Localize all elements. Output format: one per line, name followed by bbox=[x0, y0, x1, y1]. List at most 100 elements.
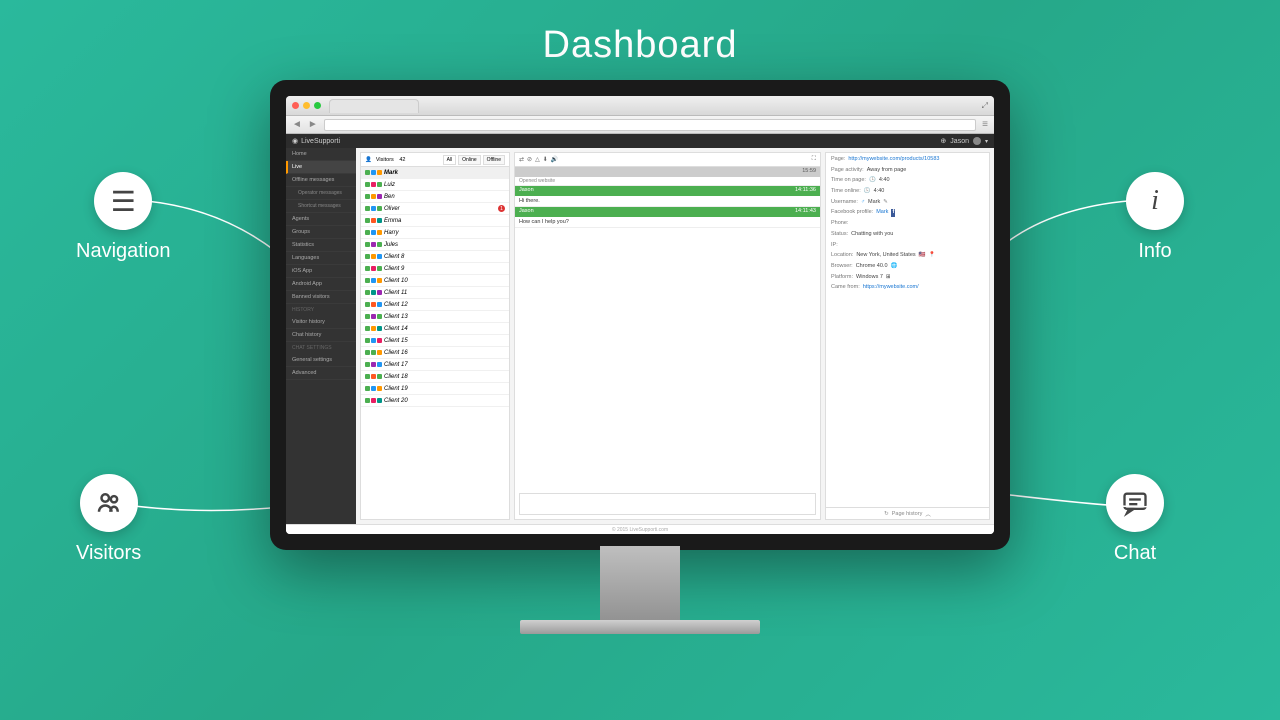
chat-status-bar: 15:59 bbox=[515, 167, 820, 177]
callout-info-label: Info bbox=[1126, 240, 1184, 263]
info-phone-label: Phone: bbox=[831, 220, 848, 228]
sidebar-item[interactable]: General settings bbox=[286, 354, 356, 367]
info-timepage-label: Time on page: bbox=[831, 177, 866, 185]
sidebar-item[interactable]: Chat history bbox=[286, 329, 356, 342]
edit-icon[interactable]: ✎ bbox=[883, 199, 888, 207]
chevron-down-icon[interactable]: ▾ bbox=[985, 138, 988, 145]
visitor-row[interactable]: Client 15 bbox=[361, 335, 509, 347]
menu-icon[interactable]: ≡ bbox=[982, 119, 988, 130]
visitor-row[interactable]: Client 18 bbox=[361, 371, 509, 383]
visitor-row[interactable]: Client 16 bbox=[361, 347, 509, 359]
browser-tab-bar: ⤢ bbox=[286, 96, 994, 116]
visitor-row[interactable]: Mark bbox=[361, 167, 509, 179]
male-icon: ♂ bbox=[861, 199, 865, 207]
visitor-row[interactable]: Emma bbox=[361, 215, 509, 227]
info-camefrom-value[interactable]: https://mywebsite.com/ bbox=[863, 284, 919, 292]
visitor-row[interactable]: Client 8 bbox=[361, 251, 509, 263]
sidebar-item[interactable]: Android App bbox=[286, 278, 356, 291]
visitor-row[interactable]: Client 17 bbox=[361, 359, 509, 371]
visitor-row[interactable]: Client 19 bbox=[361, 383, 509, 395]
sidebar-item[interactable]: Visitor history bbox=[286, 316, 356, 329]
filter-offline[interactable]: Offline bbox=[483, 155, 505, 165]
pin-icon[interactable]: 📍 bbox=[929, 252, 936, 260]
add-icon[interactable]: ⊕ bbox=[940, 137, 946, 145]
info-timepage-value: 4:40 bbox=[879, 177, 890, 185]
sidebar-item[interactable]: iOS App bbox=[286, 265, 356, 278]
visitor-row[interactable]: Client 12 bbox=[361, 299, 509, 311]
sidebar-item[interactable]: Offline messages bbox=[286, 174, 356, 187]
info-fb-value[interactable]: Mark bbox=[876, 209, 888, 217]
visitor-row[interactable]: Ben bbox=[361, 191, 509, 203]
minimize-icon[interactable] bbox=[303, 102, 310, 109]
app-header: ◉ LiveSupporti ⊕ Jason ▾ bbox=[286, 134, 994, 148]
info-activity-label: Page activity: bbox=[831, 167, 864, 175]
page-history-label: Page history bbox=[892, 511, 923, 517]
url-input[interactable] bbox=[324, 119, 976, 131]
visitor-row[interactable]: Jules bbox=[361, 239, 509, 251]
sidebar-item[interactable]: Shortcut messages bbox=[286, 200, 356, 213]
msg1-text: Hi there. bbox=[515, 196, 820, 207]
visitor-row[interactable]: Client 9 bbox=[361, 263, 509, 275]
visitors-count: 42 bbox=[398, 157, 406, 163]
visitor-row[interactable]: Luiz bbox=[361, 179, 509, 191]
sidebar-item[interactable]: Operator messages bbox=[286, 187, 356, 200]
visitor-row[interactable]: Client 10 bbox=[361, 275, 509, 287]
sidebar-item[interactable]: Advanced bbox=[286, 367, 356, 380]
filter-all[interactable]: All bbox=[443, 155, 457, 165]
fullscreen-icon[interactable]: ⤢ bbox=[982, 101, 988, 111]
callout-chat-label: Chat bbox=[1106, 542, 1164, 565]
info-ip-label: IP: bbox=[831, 242, 838, 250]
sidebar-item[interactable]: Statistics bbox=[286, 239, 356, 252]
avatar[interactable] bbox=[973, 137, 981, 145]
page-title: Dashboard bbox=[543, 24, 738, 67]
people-icon bbox=[80, 474, 138, 532]
forward-icon[interactable]: ► bbox=[308, 119, 318, 130]
sidebar: HomeLiveOffline messagesOperator message… bbox=[286, 148, 356, 524]
filter-online[interactable]: Online bbox=[458, 155, 480, 165]
browser-address-bar: ◄ ► ≡ bbox=[286, 116, 994, 134]
visitor-row[interactable]: Client 20 bbox=[361, 395, 509, 407]
chat-toolbar: ⇄ ⊘ △ ⬇ 🔊 ⛶ bbox=[515, 153, 820, 167]
info-page-value[interactable]: http://mywebsite.com/products/10583 bbox=[848, 156, 939, 164]
close-icon[interactable] bbox=[292, 102, 299, 109]
clock-icon: 🕓 bbox=[864, 188, 871, 196]
sidebar-item[interactable]: Live bbox=[286, 161, 356, 174]
chat-input[interactable] bbox=[519, 493, 816, 515]
back-icon[interactable]: ◄ bbox=[292, 119, 302, 130]
sidebar-item[interactable]: Banned visitors bbox=[286, 291, 356, 304]
sidebar-item[interactable]: Groups bbox=[286, 226, 356, 239]
maximize-icon[interactable] bbox=[314, 102, 321, 109]
msg2-text: How can I help you? bbox=[515, 217, 820, 228]
ban-icon[interactable]: ⊘ bbox=[527, 156, 532, 163]
visitor-row[interactable]: Harry bbox=[361, 227, 509, 239]
history-icon: ↻ bbox=[884, 511, 889, 517]
sound-icon[interactable]: 🔊 bbox=[551, 156, 558, 163]
download-icon[interactable]: ⬇ bbox=[543, 156, 548, 163]
msg1-time: 14:11:36 bbox=[795, 187, 816, 195]
callout-navigation-label: Navigation bbox=[76, 240, 171, 263]
chat-opened-label: Opened website bbox=[515, 177, 820, 186]
sidebar-item[interactable]: Home bbox=[286, 148, 356, 161]
chat-icon bbox=[1106, 474, 1164, 532]
visitor-row[interactable]: Oliver1 bbox=[361, 203, 509, 215]
info-panel: Page:http://mywebsite.com/products/10583… bbox=[825, 152, 990, 520]
visitor-row[interactable]: Client 11 bbox=[361, 287, 509, 299]
callout-visitors-label: Visitors bbox=[76, 542, 141, 565]
attach-icon[interactable]: △ bbox=[535, 156, 540, 163]
transfer-icon[interactable]: ⇄ bbox=[519, 156, 524, 163]
msg1-name: Jason bbox=[519, 187, 534, 195]
sidebar-item[interactable]: Languages bbox=[286, 252, 356, 265]
user-name[interactable]: Jason bbox=[950, 138, 969, 145]
sidebar-item[interactable]: Agents bbox=[286, 213, 356, 226]
visitor-row[interactable]: Client 14 bbox=[361, 323, 509, 335]
page-history-toggle[interactable]: ↻ Page history ︿ bbox=[826, 507, 989, 519]
info-timeonline-label: Time online: bbox=[831, 188, 861, 196]
visitor-row[interactable]: Client 13 bbox=[361, 311, 509, 323]
visitors-label: Visitors bbox=[376, 157, 394, 163]
info-status-value: Chatting with you bbox=[851, 231, 893, 239]
chrome-icon: 🌐 bbox=[891, 263, 898, 271]
expand-icon[interactable]: ⛶ bbox=[812, 156, 816, 163]
browser-tab[interactable] bbox=[329, 99, 419, 113]
info-browser-label: Browser: bbox=[831, 263, 853, 271]
window-controls[interactable] bbox=[292, 102, 321, 109]
